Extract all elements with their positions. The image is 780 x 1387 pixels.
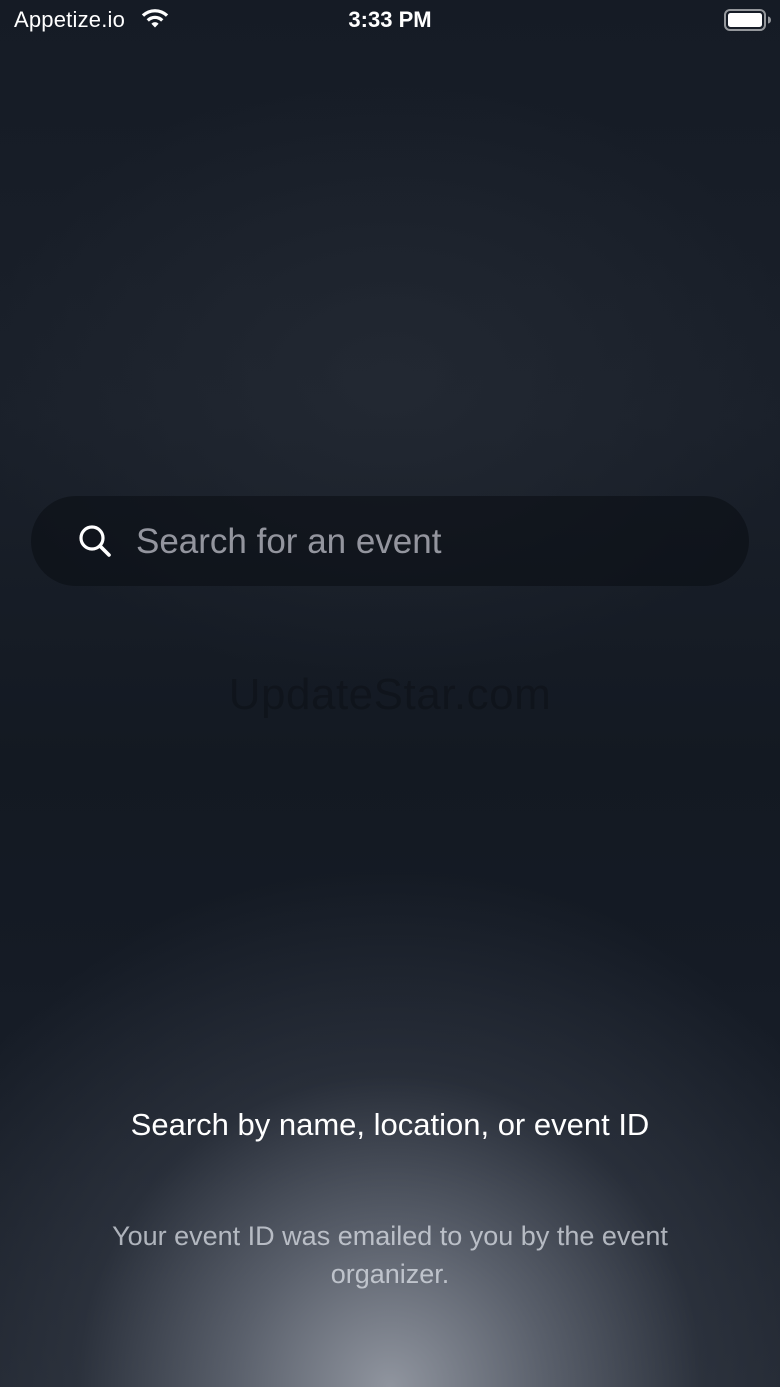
battery-full-icon <box>724 9 771 31</box>
search-icon <box>79 525 111 557</box>
search-input[interactable] <box>136 510 726 574</box>
watermark: UpdateStar.com <box>228 670 552 719</box>
clock: 3:33 PM <box>348 7 432 32</box>
status-bar: Appetize.io 3:33 PM <box>0 0 780 40</box>
search-help-subtitle: Your event ID was emailed to you by the … <box>112 1221 668 1289</box>
search-help-title: Search by name, location, or event ID <box>130 1107 650 1142</box>
event-search-screen: Appetize.io 3:33 PM UpdateStar.com Searc… <box>0 0 780 1387</box>
